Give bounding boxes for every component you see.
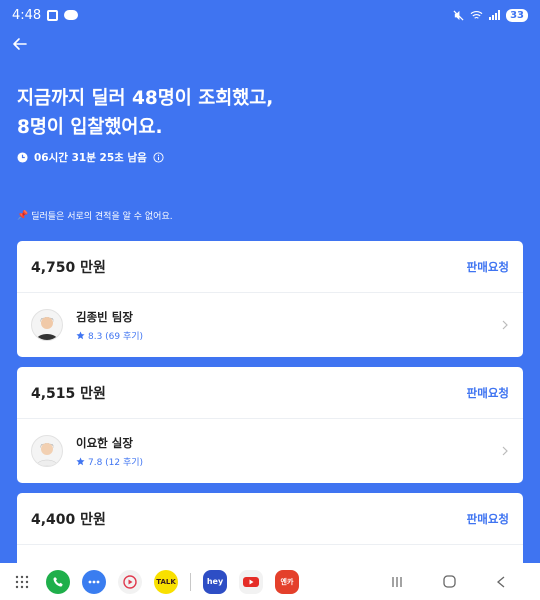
- sale-request-button[interactable]: 판매요청: [467, 259, 509, 275]
- notification-icon: [47, 9, 59, 21]
- bid-price: 4,515 만원: [31, 385, 106, 402]
- status-time: 4:48: [12, 7, 42, 23]
- nav-back-icon[interactable]: [496, 576, 506, 588]
- star-icon: [76, 456, 85, 465]
- status-bar: 4:48 33: [0, 0, 540, 30]
- app-drawer-icon[interactable]: [12, 570, 32, 594]
- bid-card: 4,400 만원 판매요청: [17, 493, 523, 573]
- chevron-right-icon: [502, 446, 508, 456]
- sale-request-button[interactable]: 판매요청: [467, 385, 509, 401]
- battery-indicator: 33: [506, 8, 528, 22]
- dealer-row[interactable]: 김종빈 팀장 8.3 (69 후기): [17, 293, 523, 357]
- cloud-icon: [64, 10, 79, 20]
- bid-card-header: 4,515 만원 판매요청: [17, 367, 523, 419]
- bid-price: 4,400 만원: [31, 511, 106, 528]
- rating-text: 8.3 (69 후기): [88, 331, 144, 342]
- back-button[interactable]: [12, 36, 32, 56]
- dealer-rating: 7.8 (12 후기): [76, 455, 143, 468]
- privacy-note: 📌 딜러들은 서로의 견적을 알 수 없어요.: [17, 209, 173, 223]
- page-headline: 지금까지 딜러 48명이 조회했고, 8명이 입찰했어요.: [17, 84, 517, 142]
- info-icon[interactable]: [153, 152, 164, 163]
- navigation-bar: TALK hey 엔카: [0, 563, 540, 600]
- clock-icon: [17, 152, 28, 163]
- note-text: 딜러들은 서로의 견적을 알 수 없어요.: [31, 212, 173, 222]
- pin-icon: 📌: [17, 210, 29, 221]
- countdown-timer: 06시간 31분 25초 남음: [17, 150, 164, 165]
- dealer-avatar: [31, 435, 63, 467]
- messages-icon[interactable]: [82, 569, 106, 594]
- chevron-right-icon: [502, 320, 508, 330]
- dealer-rating: 8.3 (69 후기): [76, 329, 143, 342]
- dealer-avatar: [31, 309, 63, 341]
- recent-apps-icon[interactable]: [391, 576, 403, 588]
- sale-request-button[interactable]: 판매요청: [467, 511, 509, 527]
- home-icon[interactable]: [443, 575, 456, 588]
- bid-card-header: 4,750 만원 판매요청: [17, 241, 523, 293]
- signal-icon: [489, 10, 501, 20]
- dock-divider: [190, 572, 191, 591]
- star-icon: [76, 330, 85, 339]
- arrow-left-icon: [13, 38, 27, 50]
- wifi-icon: [470, 10, 483, 19]
- headline-line-2: 8명이 입찰했어요.: [17, 117, 163, 138]
- headline-line-1: 지금까지 딜러 48명이 조회했고,: [17, 88, 274, 109]
- timer-text: 06시간 31분 25초 남음: [34, 152, 147, 164]
- bid-card: 4,750 만원 판매요청 김종빈 팀장 8.3 (69 후기): [17, 241, 523, 357]
- youtube-icon[interactable]: [239, 569, 263, 594]
- bid-card-header: 4,400 만원 판매요청: [17, 493, 523, 545]
- bid-card: 4,515 만원 판매요청 이요한 실장 7.8 (12 후기): [17, 367, 523, 483]
- bid-price: 4,750 만원: [31, 259, 106, 276]
- dealer-name: 김종빈 팀장: [76, 309, 133, 324]
- dealer-row[interactable]: 이요한 실장 7.8 (12 후기): [17, 419, 523, 483]
- kakaotalk-icon[interactable]: TALK: [154, 569, 178, 594]
- screen-recorder-icon[interactable]: [118, 569, 142, 594]
- encar-icon[interactable]: 엔카: [275, 569, 299, 594]
- mute-icon: [453, 9, 464, 21]
- dealer-name: 이요한 실장: [76, 435, 133, 450]
- phone-icon[interactable]: [46, 569, 70, 594]
- rating-text: 7.8 (12 후기): [88, 457, 144, 468]
- hey-icon[interactable]: hey: [203, 569, 227, 594]
